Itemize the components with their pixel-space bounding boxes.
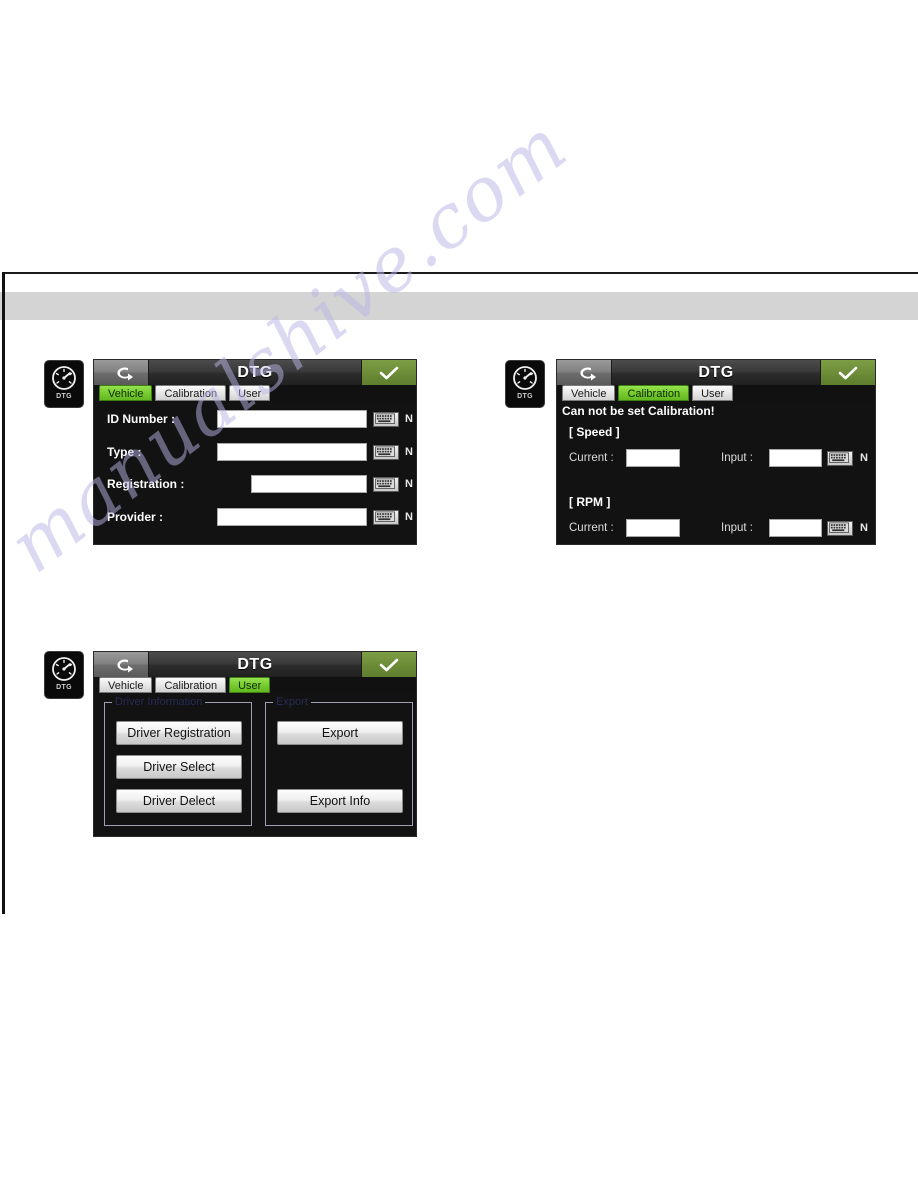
- field-input-provider[interactable]: [217, 508, 367, 526]
- group-export: Export Export Export Info: [265, 696, 413, 826]
- field-label-speed-current: Current :: [569, 452, 614, 464]
- app-icon-label: DTG: [56, 393, 72, 400]
- field-marker-rpm: N: [860, 522, 868, 534]
- page-title: DTG: [698, 363, 734, 381]
- keyboard-icon[interactable]: [827, 520, 853, 536]
- field-marker-provider: N: [405, 511, 413, 523]
- driver-registration-button[interactable]: Driver Registration: [116, 721, 242, 745]
- field-input-id-number[interactable]: [217, 410, 367, 428]
- panel-vehicle: ID Number : N Type : N Registration: N …: [94, 402, 416, 544]
- driver-delect-button[interactable]: Driver Delect: [116, 789, 242, 813]
- back-button[interactable]: [94, 652, 149, 677]
- field-label-rpm-current: Current :: [569, 522, 614, 534]
- tabstrip: Vehicle Calibration User: [94, 677, 416, 694]
- checkmark-icon: [377, 656, 401, 674]
- keyboard-icon[interactable]: [373, 476, 399, 492]
- field-label-provider: Provider :: [107, 510, 164, 524]
- field-input-type[interactable]: [217, 443, 367, 461]
- field-row-type: Type : N: [107, 443, 413, 461]
- field-label-speed-input: Input :: [721, 452, 753, 464]
- keyboard-icon[interactable]: [373, 444, 399, 460]
- field-row-provider: Provider : N: [107, 508, 413, 526]
- group-legend-driver-information: Driver Information: [112, 696, 206, 708]
- app-icon-dtg[interactable]: DTG: [44, 360, 84, 408]
- titlebar: DTG: [94, 652, 416, 677]
- panel-calibration: Can not be set Calibration! [ Speed ] Cu…: [557, 402, 875, 544]
- titlebar: DTG: [94, 360, 416, 385]
- field-input-rpm[interactable]: [769, 519, 822, 537]
- keyboard-icon[interactable]: [373, 411, 399, 427]
- back-arrow-icon: [108, 655, 134, 675]
- driver-select-button[interactable]: Driver Select: [116, 755, 242, 779]
- field-marker-id-number: N: [405, 413, 413, 425]
- confirm-button[interactable]: [361, 360, 416, 385]
- tab-user[interactable]: User: [229, 677, 271, 693]
- device-screen-user: DTG Vehicle Calibration User Driver Info…: [93, 651, 417, 837]
- tab-calibration[interactable]: Calibration: [155, 677, 227, 693]
- device-screen-calibration: DTG Vehicle Calibration User Can not be …: [556, 359, 876, 545]
- app-icon-label: DTG: [56, 684, 72, 691]
- tab-user[interactable]: User: [229, 385, 271, 401]
- field-label-id-number: ID Number :: [107, 412, 176, 426]
- group-legend-export: Export: [273, 696, 311, 708]
- group-driver-information: Driver Information Driver Registration D…: [104, 696, 252, 826]
- back-arrow-icon: [108, 363, 134, 383]
- field-row-speed: Current : Input : N: [569, 449, 869, 467]
- panel-user: Driver Information Driver Registration D…: [94, 694, 416, 836]
- titlebar: DTG: [557, 360, 875, 385]
- tab-vehicle[interactable]: Vehicle: [562, 385, 616, 401]
- tab-calibration[interactable]: Calibration: [155, 385, 227, 401]
- page-title: DTG: [237, 363, 273, 381]
- keyboard-icon[interactable]: [827, 450, 853, 466]
- app-icon-label: DTG: [517, 393, 533, 400]
- page-gray-band: [0, 292, 918, 320]
- tab-calibration[interactable]: Calibration: [618, 385, 690, 401]
- field-label-type: Type :: [107, 445, 142, 459]
- field-row-rpm: Current : Input : N: [569, 519, 869, 537]
- field-label-rpm-input: Input :: [721, 522, 753, 534]
- export-info-button[interactable]: Export Info: [277, 789, 403, 813]
- calibration-alert: Can not be set Calibration!: [562, 404, 715, 418]
- section-heading-speed: [ Speed ]: [569, 425, 620, 439]
- gauge-icon: [50, 364, 78, 392]
- field-marker-speed: N: [860, 452, 868, 464]
- field-value-rpm-current: [626, 519, 680, 537]
- field-input-speed[interactable]: [769, 449, 822, 467]
- field-row-registration: Registration : N: [107, 475, 413, 493]
- field-marker-registration: N: [405, 478, 413, 490]
- tabstrip: Vehicle Calibration User: [94, 385, 416, 402]
- tab-vehicle[interactable]: Vehicle: [99, 677, 153, 693]
- confirm-button[interactable]: [820, 360, 875, 385]
- back-button[interactable]: [94, 360, 149, 385]
- field-input-registration[interactable]: [251, 475, 367, 493]
- field-marker-type: N: [405, 446, 413, 458]
- tab-user[interactable]: User: [692, 385, 734, 401]
- device-screen-vehicle: DTG Vehicle Calibration User ID Number :: [93, 359, 417, 545]
- tabstrip: Vehicle Calibration User: [557, 385, 875, 402]
- page-title: DTG: [237, 655, 273, 673]
- field-row-id-number: ID Number : N: [107, 410, 413, 428]
- field-value-speed-current: [626, 449, 680, 467]
- keyboard-icon[interactable]: [373, 509, 399, 525]
- confirm-button[interactable]: [361, 652, 416, 677]
- tab-vehicle[interactable]: Vehicle: [99, 385, 153, 401]
- checkmark-icon: [836, 364, 860, 382]
- page-top-rule: [3, 272, 918, 274]
- back-button[interactable]: [557, 360, 612, 385]
- export-button[interactable]: Export: [277, 721, 403, 745]
- app-icon-dtg[interactable]: DTG: [44, 651, 84, 699]
- section-heading-rpm: [ RPM ]: [569, 495, 611, 509]
- gauge-icon: [511, 364, 539, 392]
- checkmark-icon: [377, 364, 401, 382]
- field-label-registration: Registration :: [107, 477, 185, 491]
- page-left-rule: [2, 272, 5, 914]
- back-arrow-icon: [571, 363, 597, 383]
- app-icon-dtg[interactable]: DTG: [505, 360, 545, 408]
- gauge-icon: [50, 655, 78, 683]
